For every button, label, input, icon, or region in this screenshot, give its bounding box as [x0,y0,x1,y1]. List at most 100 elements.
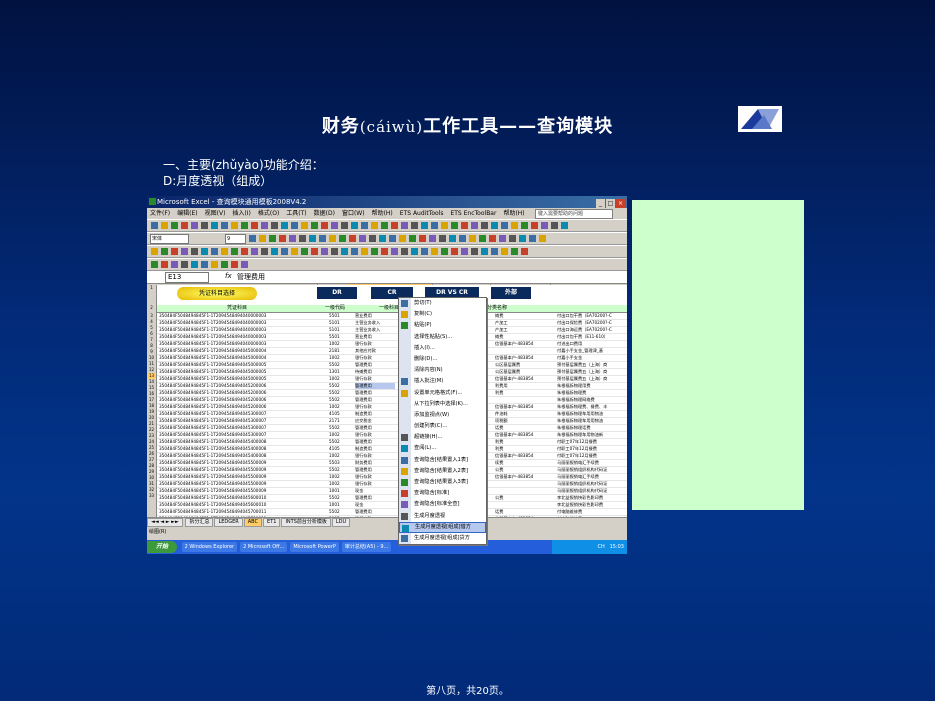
table-cell[interactable]: 制造费用 [355,446,395,452]
table-cell[interactable]: 350484F5048494845F1-1T209454849404550000… [159,481,299,487]
table-cell[interactable]: 朱根福拆物理车用用物油 [557,411,627,417]
table-cell[interactable]: 350484F5048494845F1-1T209454849404530000… [159,418,299,424]
table-cell[interactable]: 5501 [329,334,351,340]
toolbar-button-icon[interactable] [241,261,248,268]
table-cell[interactable]: 付职工07年12月餐费 [557,446,627,452]
table-row[interactable]: 350484F5048494845F1-1T209454849404500000… [157,348,627,355]
format-button-icon[interactable] [419,235,426,242]
table-cell[interactable]: 350484F5048494845F1-1T209454849404000000… [159,327,299,333]
table-row[interactable]: 350484F5048494845F1-1T209454849404000000… [157,341,627,348]
table-cell[interactable]: 管理费用 [355,495,395,501]
context-menu-item[interactable]: 查询隐含[结果置入2表] [399,466,486,477]
toolbar-button-icon[interactable] [501,222,508,229]
table-cell[interactable]: 财务费用 [355,460,395,466]
toolbar-button-icon[interactable] [221,261,228,268]
table-cell[interactable]: 付嘉小手支金_管理津_基 [557,348,627,354]
table-cell[interactable]: 信银基本户-483854 [495,453,543,459]
toolbar-button-icon[interactable] [171,261,178,268]
toolbar-button-icon[interactable] [191,248,198,255]
toolbar-button-icon[interactable] [411,248,418,255]
table-cell[interactable]: 1002 [329,432,351,438]
language-indicator[interactable]: CH [598,544,605,550]
format-button-icon[interactable] [329,235,336,242]
toolbar-button-icon[interactable] [171,222,178,229]
format-button-icon[interactable] [509,235,516,242]
table-cell[interactable]: 350484F5048494845F1-1T209454849404550000… [159,460,299,466]
table-cell[interactable]: 李北益报销快彩色影印费 [557,495,627,501]
toolbar-button-icon[interactable] [291,248,298,255]
toolbar-button-icon[interactable] [241,248,248,255]
toolbar-button-icon[interactable] [201,261,208,268]
table-row[interactable]: 350484F5048494845F1-1T209454849404000000… [157,327,627,334]
table-cell[interactable]: 2181 [329,348,351,354]
table-cell[interactable]: 公费 [495,495,543,501]
table-cell[interactable]: 主营业务收入 [355,327,395,333]
context-menu-item[interactable]: 剪切(T) [399,298,486,309]
format-button-icon[interactable] [249,235,256,242]
context-menu-item[interactable]: 超链接(H)... [399,432,486,443]
table-cell[interactable]: 朱根福拆物理车用物油新 [557,432,627,438]
format-button-icon[interactable] [269,235,276,242]
toolbar-button-icon[interactable] [231,248,238,255]
table-row[interactable]: 350484F5048494845F1-1T209454849404550000… [157,488,627,495]
toolbar-button-icon[interactable] [551,222,558,229]
toolbar-button-icon[interactable] [271,248,278,255]
table-cell[interactable]: 信银基本户-483854 [495,376,543,382]
context-menu-item[interactable]: 复制(C) [399,309,486,320]
table-cell[interactable]: 公区基层属费 [495,362,543,368]
ask-question-box[interactable]: 键入需要帮助的问题 [535,209,613,219]
toolbar-button-icon[interactable] [481,222,488,229]
menu-item[interactable]: 文件(F) [150,210,170,217]
table-cell[interactable]: 付电脑维修费 [557,509,627,515]
table-cell[interactable]: 朱根福拆物理用费 [557,383,627,389]
table-cell[interactable]: 管理费用 [355,390,395,396]
toolbar-button-icon[interactable] [441,222,448,229]
table-cell[interactable]: 件油耗 [495,411,543,417]
table-cell[interactable]: 350484F5048494845F1-1T209454849404530000… [159,411,299,417]
table-cell[interactable]: 350484F5048494845F1-1T209454849404540000… [159,446,299,452]
taskbar-task[interactable]: Microsoft PowerP [290,542,339,552]
table-cell[interactable]: 利费用 [495,383,543,389]
table-cell[interactable]: 350484F5048494845F1-1T209454849404500000… [159,348,299,354]
toolbar-button-icon[interactable] [331,248,338,255]
toolbar-button-icon[interactable] [211,248,218,255]
toolbar-button-icon[interactable] [201,248,208,255]
table-cell[interactable]: 马丽丽报销组织机构代码证 [557,467,627,473]
table-row[interactable]: 350484F5048494845F1-1T209454849404520000… [157,404,627,411]
context-menu-item[interactable]: 生成月度透视 [399,511,486,522]
table-cell[interactable]: 350484F5048494845F1-1T209454849404570001… [159,509,299,515]
format-button-icon[interactable] [319,235,326,242]
table-cell[interactable]: 1002 [329,376,351,382]
table-cell[interactable]: 付职工07年12月餐费 [557,453,627,459]
table-cell[interactable]: 公区基层属费 [495,369,543,375]
dr-button[interactable]: DR [317,287,357,299]
font-name-select[interactable]: 宋体 [150,234,189,244]
sheet-tab[interactable]: LDU [331,518,351,527]
menu-item[interactable]: 数据(D) [314,210,335,217]
toolbar-button-icon[interactable] [511,222,518,229]
table-cell[interactable]: 待摊费用 [355,369,395,375]
table-cell[interactable]: 5502 [329,383,351,389]
table-row[interactable]: 350484F5048494845F1-1T209454849404550000… [157,481,627,488]
table-row[interactable]: 350484F5048494845F1-1T209454849404560001… [157,495,627,502]
table-cell[interactable]: 1002 [329,355,351,361]
toolbar-button-icon[interactable] [531,222,538,229]
table-cell[interactable]: 1002 [329,453,351,459]
toolbar-button-icon[interactable] [491,248,498,255]
table-cell[interactable]: 银行存款 [355,404,395,410]
menu-item[interactable]: 帮助(H) [372,210,393,217]
table-cell[interactable]: 1001 [329,502,351,508]
table-cell[interactable]: 银行存款 [355,355,395,361]
taskbar-task[interactable]: 审计总结(A5) - 9... [341,542,392,552]
toolbar-button-icon[interactable] [411,222,418,229]
toolbar-button-icon[interactable] [541,222,548,229]
table-cell[interactable]: 预付基层属费五（上海）商 [557,362,627,368]
toolbar-button-icon[interactable] [521,222,528,229]
toolbar-button-icon[interactable] [161,222,168,229]
toolbar-button-icon[interactable] [481,248,488,255]
format-button-icon[interactable] [399,235,406,242]
context-menu-item[interactable]: 查询隐含[标准] [399,488,486,499]
table-cell[interactable]: 朱根福拆物理网络费 [557,397,627,403]
table-cell[interactable]: 马丽丽报销电汇手续费 [557,460,627,466]
format-button-icon[interactable] [379,235,386,242]
